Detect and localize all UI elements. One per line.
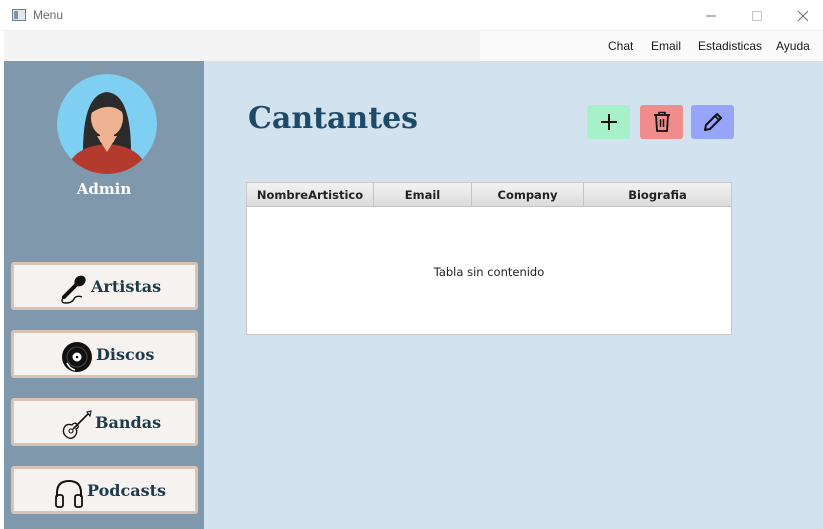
menu-ayuda[interactable]: Ayuda xyxy=(776,39,810,53)
minimize-button[interactable] xyxy=(688,0,734,31)
menu-estadisticas[interactable]: Estadisticas xyxy=(698,39,762,53)
delete-button[interactable] xyxy=(640,105,683,139)
menu-bar: Chat Email Estadisticas Ayuda xyxy=(4,31,823,61)
table-empty-message: Tabla sin contenido xyxy=(433,265,545,279)
nav-podcasts-label: Podcasts xyxy=(87,481,166,500)
singers-table[interactable]: NombreArtistico Email Company Biografia … xyxy=(246,182,732,335)
table-header: NombreArtistico Email Company Biografia xyxy=(247,183,731,207)
column-header-company[interactable]: Company xyxy=(472,183,584,207)
vinyl-disc-icon xyxy=(62,342,92,372)
page-title: Cantantes xyxy=(248,101,419,136)
user-name: Admin xyxy=(76,180,132,198)
nav-artistas-button[interactable]: Artistas xyxy=(11,262,198,310)
column-header-nombreartistico[interactable]: NombreArtistico xyxy=(247,183,374,207)
minimize-icon xyxy=(706,15,716,16)
add-button[interactable] xyxy=(587,105,630,139)
menu-email[interactable]: Email xyxy=(651,39,681,53)
sidebar: Admin Artistas Discos Bandas Podcasts xyxy=(4,61,204,529)
main-content: Cantantes NombreArtistico Email Company … xyxy=(204,61,823,529)
nav-artistas-label: Artistas xyxy=(91,277,162,296)
column-header-biografia[interactable]: Biografia xyxy=(584,183,731,207)
column-header-email[interactable]: Email xyxy=(374,183,472,207)
guitar-icon xyxy=(62,410,92,439)
menu-chat[interactable]: Chat xyxy=(608,39,633,53)
nav-podcasts-button[interactable]: Podcasts xyxy=(11,466,198,514)
nav-discos-label: Discos xyxy=(96,345,155,364)
headphones-icon xyxy=(55,479,83,508)
window-title: Menu xyxy=(33,8,64,22)
close-icon xyxy=(797,10,809,21)
microphone-icon xyxy=(61,275,86,304)
nav-discos-button[interactable]: Discos xyxy=(11,330,198,378)
pencil-icon xyxy=(703,113,722,131)
avatar xyxy=(57,74,157,174)
nav-bandas-button[interactable]: Bandas xyxy=(11,398,198,446)
maximize-button[interactable] xyxy=(734,0,780,31)
user-avatar-icon xyxy=(57,74,157,174)
window-titlebar: Menu xyxy=(0,0,823,31)
app-window-icon xyxy=(12,9,26,21)
trash-icon xyxy=(653,111,670,132)
maximize-icon xyxy=(752,10,762,21)
close-button[interactable] xyxy=(780,0,823,31)
plus-icon xyxy=(600,114,617,130)
edit-button[interactable] xyxy=(691,105,734,139)
menu-bar-items: Chat Email Estadisticas Ayuda xyxy=(480,31,823,61)
nav-bandas-label: Bandas xyxy=(95,413,162,432)
